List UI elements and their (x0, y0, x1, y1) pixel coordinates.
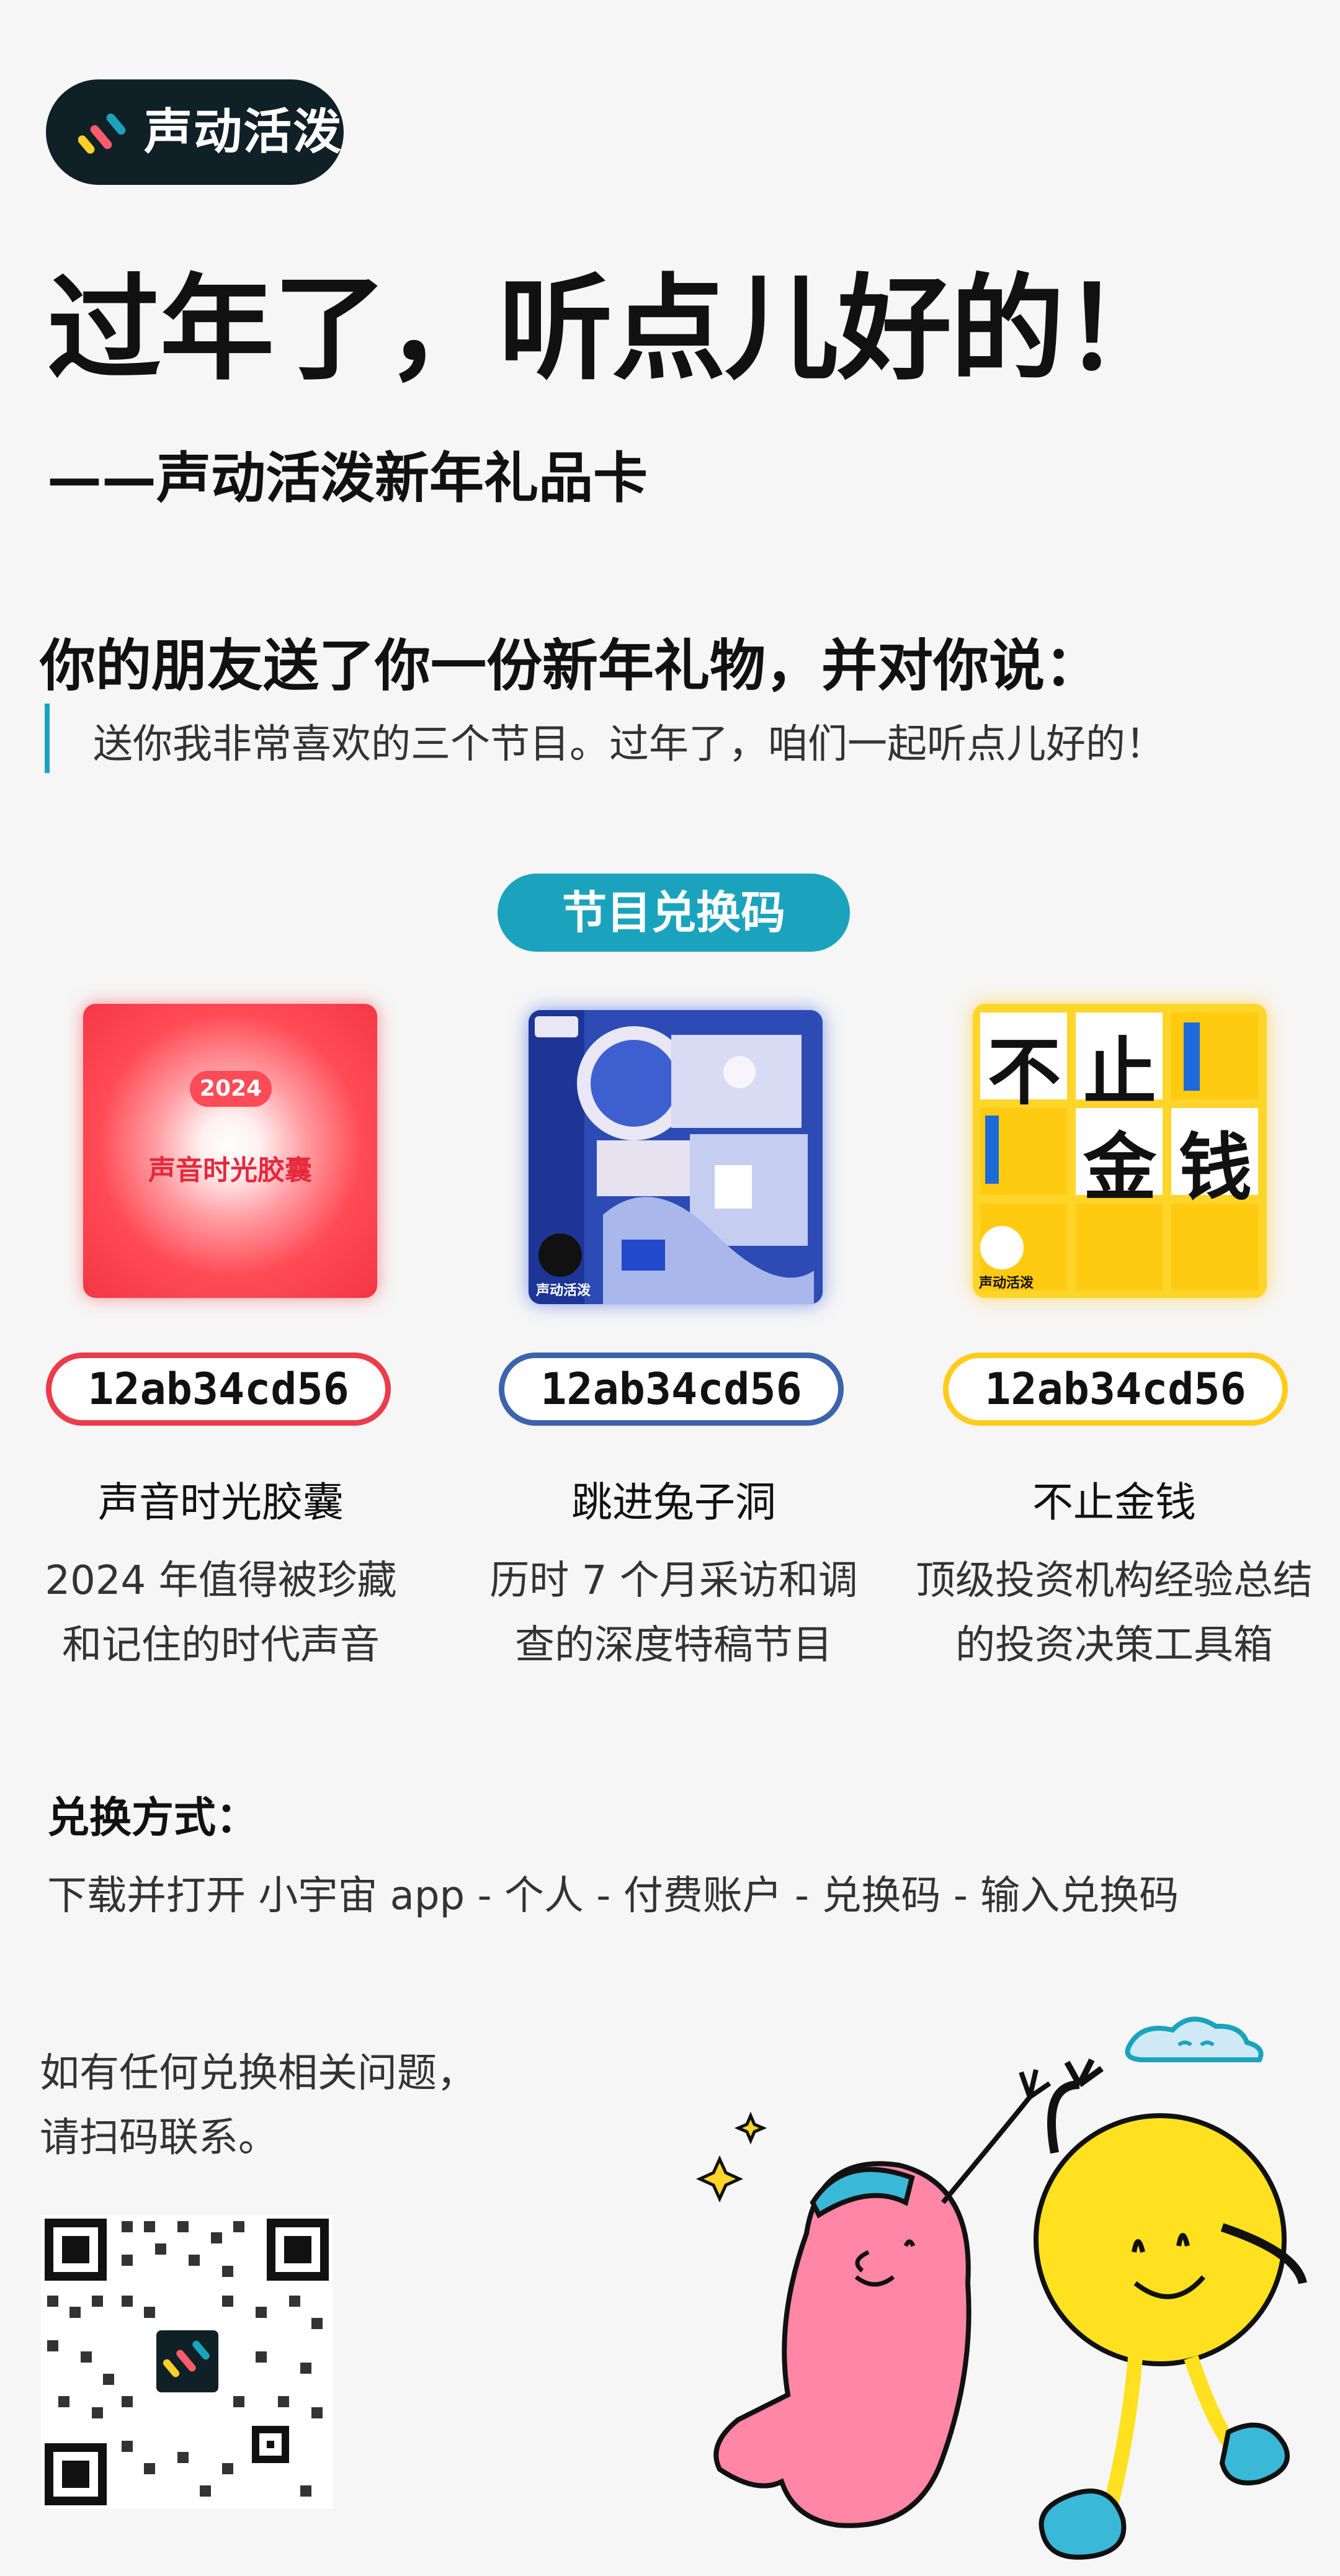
cover-title: 声音时光胶囊 (148, 1155, 312, 1186)
cover-brand-badge (980, 1226, 1024, 1269)
brand-name: 声动活泼 (144, 104, 343, 160)
cover-char: 金 (1083, 1124, 1157, 1210)
show-description: 历时 7 个月采访和调 查的深度特稿节目 (453, 1549, 895, 1678)
show-title: 声音时光胶囊 (98, 1478, 344, 1526)
redeem-code-rabbit-hole[interactable]: 12ab34cd56 (499, 1353, 844, 1426)
cover-brand-label: 声动活泼 (979, 1276, 1034, 1291)
show-cover-beyond-money: 不 止 金 钱 声动活泼 (973, 1004, 1267, 1298)
cover-brand-badge (538, 1233, 582, 1277)
message-quote: 送你我非常喜欢的三个节目。过年了，咱们一起听点儿好的！ (93, 722, 1165, 767)
qr-code-image (41, 2215, 333, 2509)
brand-logo-icon (78, 114, 126, 154)
section-label-redeem-codes: 节目兑换码 (498, 874, 850, 952)
show-cover-rabbit-hole: 声动活泼 (529, 1010, 823, 1304)
cover-char: 不 (988, 1029, 1061, 1115)
help-line: 如有任何兑换相关问题， (40, 2051, 476, 2096)
cover-char: 钱 (1179, 1124, 1253, 1210)
pink-mascot (713, 2069, 1052, 2528)
redeem-steps: 下载并打开 小宇宙 app - 个人 - 付费账户 - 兑换码 - 输入兑换码 (47, 1873, 1179, 1919)
show-title: 跳进兔子洞 (571, 1478, 776, 1526)
page-subtitle: ——声动活泼新年礼品卡 (47, 446, 648, 510)
message-intro: 你的朋友送了你一份新年礼物，并对你说： (40, 633, 1101, 699)
redeem-code-beyond-money[interactable]: 12ab34cd56 (943, 1353, 1288, 1426)
cover-brand-label: 声动活泼 (536, 1283, 591, 1299)
page-title: 过年了，听点儿好的！ (47, 263, 1177, 396)
contact-qr-code[interactable] (41, 2215, 333, 2509)
cloud-icon (1125, 2016, 1264, 2062)
show-title: 不止金钱 (1032, 1478, 1196, 1526)
show-description-line: 查的深度特稿节目 (515, 1622, 833, 1668)
brand-logo: 声动活泼 (46, 79, 344, 185)
redeem-title: 兑换方式： (47, 1794, 259, 1843)
quote-bar (45, 704, 50, 773)
show-description: 2024 年值得被珍藏 和记住的时代声音 (0, 1549, 442, 1678)
show-description-line: 和记住的时代声音 (62, 1622, 380, 1668)
cover-char: 止 (1083, 1029, 1157, 1115)
redeem-code-sound-capsule[interactable]: 12ab34cd56 (46, 1353, 391, 1426)
yellow-mascot (1034, 2058, 1307, 2560)
help-line: 请扫码联系。 (40, 2115, 278, 2161)
help-text: 如有任何兑换相关问题， 请扫码联系。 (40, 2041, 476, 2170)
show-description: 顶级投资机构经验总结 的投资决策工具箱 (893, 1549, 1335, 1678)
cover-year-badge: 2024 (190, 1071, 272, 1107)
show-description-line: 的投资决策工具箱 (955, 1622, 1273, 1668)
show-cover-sound-capsule: 2024 声音时光胶囊 (83, 1004, 377, 1298)
show-description-line: 历时 7 个月采访和调 (489, 1558, 858, 1604)
mascots-illustration (695, 2016, 1307, 2560)
show-description-line: 2024 年值得被珍藏 (45, 1558, 397, 1604)
sparkle-icon (695, 2111, 767, 2203)
show-description-line: 顶级投资机构经验总结 (916, 1558, 1313, 1604)
